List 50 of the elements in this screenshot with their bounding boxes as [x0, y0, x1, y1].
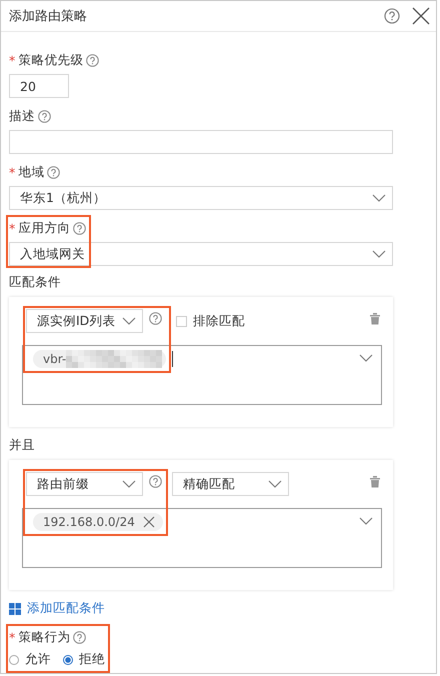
select-field[interactable]: 入地域网关: [9, 242, 393, 266]
field-label: 应用方向: [18, 220, 70, 236]
caret-icon: [122, 317, 136, 325]
required-mark: *: [9, 52, 16, 68]
help-icon[interactable]: [86, 54, 100, 66]
help-icon[interactable]: [73, 222, 86, 234]
close-icon[interactable]: [412, 7, 430, 25]
tag-input-field[interactable]: 192.168.0.0/24: [22, 508, 382, 568]
select-field[interactable]: 源实例ID列表: [26, 309, 143, 333]
tag-chip[interactable]: 192.168.0.0/24: [33, 513, 163, 531]
radio-button[interactable]: [63, 654, 73, 664]
help-icon[interactable]: [384, 8, 400, 24]
section-heading: 匹配条件: [9, 274, 62, 291]
field-label: 策略行为: [18, 628, 70, 646]
caret-icon: [268, 480, 282, 488]
caret-icon: [359, 354, 373, 362]
checkbox-label: 排除匹配: [193, 312, 245, 330]
caret-icon: [359, 517, 373, 525]
number-field[interactable]: 20: [9, 74, 69, 98]
trash-icon[interactable]: [369, 312, 381, 324]
help-icon[interactable]: [73, 630, 86, 644]
select-field[interactable]: 精确匹配: [172, 472, 289, 496]
remove-icon[interactable]: [142, 516, 155, 528]
required-mark: *: [9, 220, 16, 236]
help-icon[interactable]: [47, 166, 60, 178]
radio-button[interactable]: [9, 654, 19, 664]
select-field[interactable]: 路由前缀: [26, 472, 143, 496]
add-condition-link[interactable]: 添加匹配条件: [9, 600, 428, 617]
select-field[interactable]: 华东1（杭州）: [9, 186, 393, 210]
add-icon: [9, 602, 21, 614]
tag-chip[interactable]: vbr-: [33, 350, 166, 368]
tag-input-field[interactable]: vbr-: [22, 345, 382, 405]
field-label: 描述: [9, 108, 35, 124]
help-icon[interactable]: [38, 110, 51, 122]
required-mark: *: [9, 164, 16, 180]
dialog-title: 添加路由策略: [9, 8, 87, 25]
help-icon[interactable]: [149, 474, 162, 488]
field-label: 地域: [18, 164, 44, 180]
trash-icon[interactable]: [369, 474, 381, 488]
radio-label: 允许: [25, 651, 51, 668]
input-field[interactable]: [9, 130, 393, 154]
caret-icon: [372, 194, 386, 202]
section-heading: 并且: [9, 437, 36, 454]
field-label: 策略优先级: [18, 52, 84, 68]
required-mark: *: [9, 630, 16, 644]
radio-label: 拒绝: [79, 651, 105, 668]
caret-icon: [372, 250, 386, 258]
help-icon[interactable]: [149, 312, 162, 324]
caret-icon: [122, 480, 136, 488]
checkbox[interactable]: [176, 316, 187, 326]
